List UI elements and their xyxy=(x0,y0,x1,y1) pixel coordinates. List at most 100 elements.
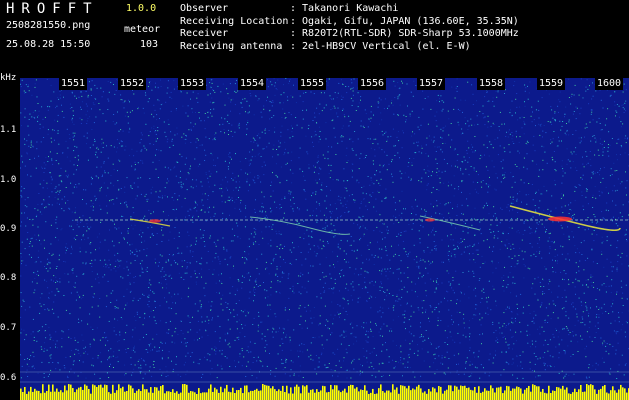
baseline-bar xyxy=(136,390,138,400)
baseline-bar xyxy=(404,386,406,400)
baseline-bar xyxy=(428,389,430,400)
baseline-bar xyxy=(98,385,100,400)
baseline-bar xyxy=(494,392,496,400)
baseline-bar xyxy=(36,390,38,400)
baseline-bar xyxy=(402,385,404,400)
baseline-bar xyxy=(68,384,70,400)
baseline-bar xyxy=(622,387,624,400)
time-tick-label: 1552 xyxy=(118,78,147,90)
baseline-bar xyxy=(546,393,548,400)
baseline-bar xyxy=(394,389,396,400)
baseline-bar xyxy=(492,388,494,400)
baseline-bar xyxy=(488,390,490,400)
baseline-bar xyxy=(618,389,620,400)
baseline-bar xyxy=(276,391,278,400)
baseline-bar xyxy=(626,392,628,400)
baseline-bar xyxy=(126,390,128,400)
echo-peak xyxy=(548,216,572,222)
baseline-bar xyxy=(326,392,328,400)
baseline-bar xyxy=(526,387,528,400)
info-value: : Takanori Kawachi xyxy=(290,3,399,14)
baseline-bar xyxy=(44,392,46,400)
baseline-bar xyxy=(100,384,102,400)
baseline-bar xyxy=(104,384,106,400)
baseline-bar xyxy=(302,385,304,400)
baseline-bar xyxy=(202,392,204,400)
baseline-bar xyxy=(196,393,198,400)
baseline-bar xyxy=(600,388,602,400)
baseline-bar xyxy=(280,390,282,400)
baseline-bar xyxy=(346,392,348,400)
baseline-bar xyxy=(414,389,416,400)
baseline-bar xyxy=(184,384,186,400)
baseline-bar xyxy=(310,389,312,400)
baseline-bar xyxy=(560,388,562,400)
baseline-bar xyxy=(572,392,574,400)
app-version: 1.0.0 xyxy=(126,3,157,14)
baseline-bar xyxy=(588,385,590,400)
baseline-bar xyxy=(82,389,84,400)
baseline-bar xyxy=(558,387,560,400)
baseline-bar xyxy=(106,385,108,400)
baseline-bar xyxy=(128,384,130,400)
baseline-bar xyxy=(234,393,236,400)
baseline-bar xyxy=(108,392,110,400)
baseline-bar xyxy=(240,387,242,400)
baseline-bar xyxy=(606,392,608,400)
baseline-bar xyxy=(388,390,390,400)
baseline-bar xyxy=(458,389,460,400)
baseline-bar xyxy=(342,390,344,400)
baseline-bar xyxy=(398,393,400,400)
baseline-bar xyxy=(74,392,76,400)
baseline-bar xyxy=(152,392,154,400)
baseline-bar xyxy=(380,384,382,400)
baseline-bar xyxy=(58,391,60,400)
baseline-bar xyxy=(30,386,32,400)
baseline-bar xyxy=(304,386,306,400)
baseline-bar xyxy=(352,385,354,400)
baseline-bar xyxy=(34,388,36,400)
baseline-bar xyxy=(484,388,486,400)
baseline-bar xyxy=(94,385,96,400)
baseline-bar xyxy=(48,384,50,400)
baseline-bar xyxy=(614,390,616,400)
baseline-bar xyxy=(524,389,526,400)
time-tick-label: 1556 xyxy=(358,78,387,90)
baseline-bar xyxy=(232,387,234,400)
baseline-bar xyxy=(338,390,340,400)
baseline-bar xyxy=(114,392,116,400)
baseline-bar xyxy=(474,387,476,400)
baseline-bar xyxy=(180,392,182,400)
baseline-bar xyxy=(194,392,196,400)
baseline-bar xyxy=(456,386,458,400)
baseline-bar xyxy=(610,390,612,400)
baseline-bar xyxy=(176,391,178,400)
baseline-bar xyxy=(246,385,248,400)
baseline-bar xyxy=(374,393,376,400)
baseline-bar xyxy=(584,391,586,400)
baseline-bar xyxy=(608,393,610,400)
baseline-bar xyxy=(356,387,358,400)
baseline-bar xyxy=(482,391,484,400)
baseline-bar xyxy=(200,393,202,400)
baseline-bar xyxy=(396,387,398,400)
baseline-bar xyxy=(242,393,244,400)
baseline-bar xyxy=(238,389,240,400)
baseline-bar xyxy=(592,385,594,400)
baseline-bar xyxy=(312,389,314,400)
baseline-bar xyxy=(390,392,392,400)
baseline-bar xyxy=(264,384,266,400)
baseline-bar xyxy=(314,392,316,400)
baseline-bar xyxy=(46,390,48,400)
baseline-bar xyxy=(372,388,374,400)
baseline-bar xyxy=(570,393,572,400)
baseline-bar xyxy=(612,386,614,400)
frequency-axis: 1.1 1.0 0.9 0.8 0.7 0.6 xyxy=(0,0,22,400)
baseline-bar xyxy=(50,391,52,400)
baseline-bar xyxy=(344,388,346,400)
baseline-bar xyxy=(192,391,194,400)
baseline-bar xyxy=(170,391,172,400)
baseline-bar xyxy=(262,384,264,400)
baseline-bar xyxy=(568,393,570,400)
baseline-bar xyxy=(534,385,536,400)
